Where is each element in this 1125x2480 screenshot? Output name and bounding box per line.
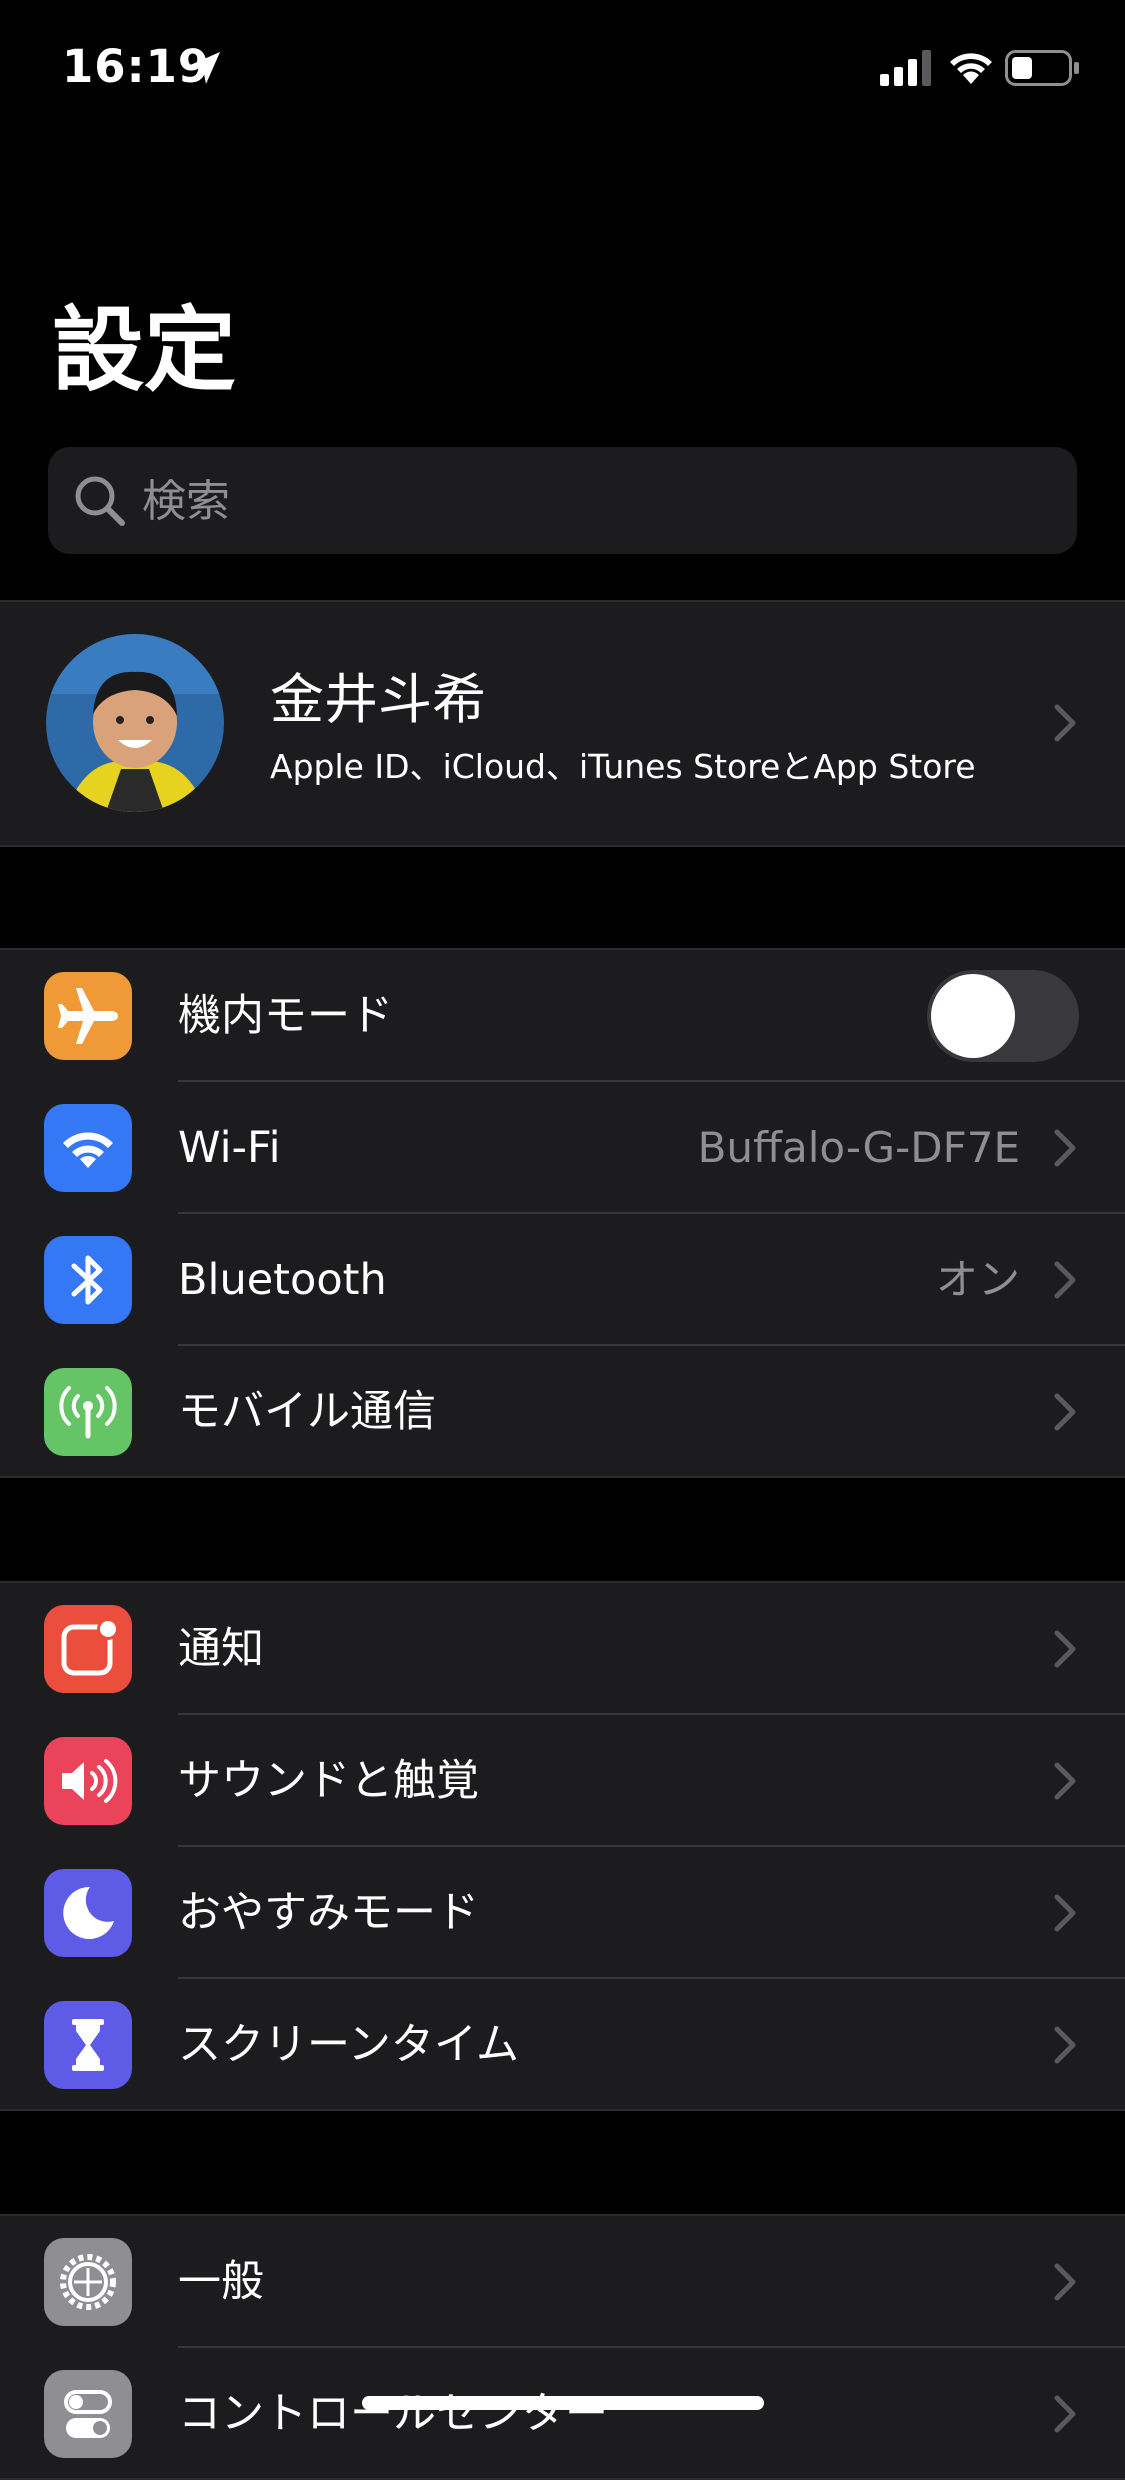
row-label: スクリーンタイム xyxy=(178,2020,519,2070)
profile-subtitle: Apple ID、iCloud、iTunes StoreとApp Store xyxy=(270,747,976,786)
row-label: 一般 xyxy=(178,2257,264,2307)
row-value: オン xyxy=(935,1255,1020,1304)
chevron-right-icon xyxy=(1054,1129,1076,1167)
row-general[interactable]: 一般 xyxy=(0,2216,1125,2348)
status-bar: 16:19 xyxy=(0,0,1125,130)
chevron-right-icon xyxy=(1054,1630,1076,1668)
row-label: おやすみモード xyxy=(178,1888,479,1938)
row-screen-time[interactable]: スクリーンタイム xyxy=(0,1979,1125,2111)
bluetooth-icon xyxy=(44,1236,132,1324)
general-section: 一般 コントロールセンター xyxy=(0,2214,1125,2480)
search-bar[interactable] xyxy=(48,447,1077,556)
avatar xyxy=(46,634,224,812)
wifi-icon xyxy=(44,1104,132,1192)
moon-icon xyxy=(44,1869,132,1957)
chevron-right-icon xyxy=(1054,1393,1076,1431)
speaker-icon xyxy=(44,1737,132,1825)
row-label: 機内モード xyxy=(178,991,393,1041)
row-control-center[interactable]: コントロールセンター xyxy=(0,2348,1125,2480)
location-arrow-icon xyxy=(188,52,220,84)
chevron-right-icon xyxy=(1054,2395,1076,2433)
row-label: サウンドと触覚 xyxy=(178,1756,479,1806)
antenna-icon xyxy=(44,1368,132,1456)
chevron-right-icon xyxy=(1054,1894,1076,1932)
search-input[interactable] xyxy=(140,447,1044,556)
row-label: Bluetooth xyxy=(178,1255,387,1305)
chevron-right-icon xyxy=(1054,2026,1076,2064)
row-label: Wi-Fi xyxy=(178,1123,281,1173)
cellular-signal-icon xyxy=(880,50,931,86)
row-label: コントロールセンター xyxy=(178,2389,608,2439)
row-notifications[interactable]: 通知 xyxy=(0,1583,1125,1715)
row-mobile-data[interactable]: モバイル通信 xyxy=(0,1346,1125,1478)
row-label: 通知 xyxy=(178,1624,264,1674)
connectivity-section: 機内モード Wi-Fi Buffalo-G-DF7E Bluetooth オン xyxy=(0,948,1125,1478)
apple-id-row[interactable] xyxy=(0,600,1125,847)
chevron-right-icon xyxy=(1054,1261,1076,1299)
airplane-mode-toggle[interactable] xyxy=(927,970,1079,1062)
gear-icon xyxy=(44,2238,132,2326)
profile-name: 金井斗希 xyxy=(270,668,486,731)
wifi-icon xyxy=(950,53,992,84)
row-bluetooth[interactable]: Bluetooth オン xyxy=(0,1214,1125,1346)
row-wifi[interactable]: Wi-Fi Buffalo-G-DF7E xyxy=(0,1082,1125,1214)
chevron-right-icon xyxy=(1054,704,1076,742)
hourglass-icon xyxy=(44,2001,132,2089)
chevron-right-icon xyxy=(1054,2263,1076,2301)
notifications-section: 通知 サウンドと触覚 おやすみモード スクリーンタイム xyxy=(0,1581,1125,2111)
search-icon xyxy=(75,476,125,526)
home-indicator[interactable] xyxy=(362,2396,764,2410)
control-center-icon xyxy=(44,2370,132,2458)
page-title: 設定 xyxy=(52,297,237,404)
row-label: モバイル通信 xyxy=(178,1387,436,1437)
airplane-icon xyxy=(44,972,132,1060)
row-sounds[interactable]: サウンドと触覚 xyxy=(0,1715,1125,1847)
chevron-right-icon xyxy=(1054,1762,1076,1800)
notifications-icon xyxy=(44,1605,132,1693)
row-airplane-mode[interactable]: 機内モード xyxy=(0,950,1125,1082)
battery-icon xyxy=(1005,50,1079,86)
row-value: Buffalo-G-DF7E xyxy=(697,1123,1020,1172)
row-do-not-disturb[interactable]: おやすみモード xyxy=(0,1847,1125,1979)
